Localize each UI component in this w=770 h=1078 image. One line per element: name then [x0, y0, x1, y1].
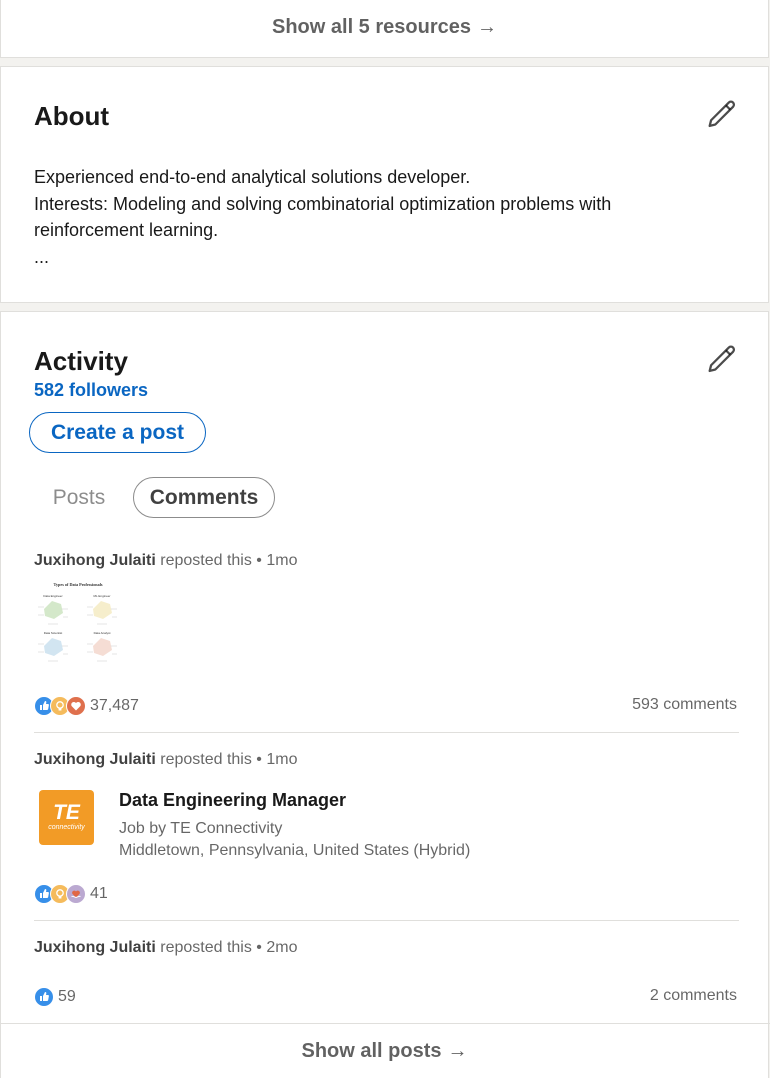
support-icon	[66, 884, 86, 904]
repost-header: Juxihong Julaiti reposted this • 2mo	[34, 939, 297, 957]
reaction-icons	[34, 987, 54, 1007]
show-all-resources-link[interactable]: Show all 5 resources →	[1, 16, 768, 39]
logo-subtext: connectivity	[48, 824, 85, 831]
arrow-right-icon: →	[447, 1040, 468, 1062]
about-line: Interests: Modeling and solving combinat…	[34, 193, 612, 214]
comments-count-link[interactable]: 593 comments	[632, 696, 737, 714]
repost-meta: reposted this • 2mo	[155, 939, 298, 956]
reaction-count: 59	[58, 988, 76, 1005]
about-text: Experienced end-to-end analytical soluti…	[34, 164, 734, 270]
like-icon	[34, 987, 54, 1007]
image-title-text: Types of Data Professionals	[53, 582, 102, 587]
about-line: reinforcement learning.	[34, 220, 219, 240]
show-all-resources-label: Show all 5 resources	[272, 16, 471, 38]
reaction-count: 37,487	[90, 697, 139, 714]
about-see-more[interactable]: ...	[34, 244, 734, 271]
image-label-text: Data Scientist	[44, 631, 63, 635]
repost-meta: reposted this • 1mo	[155, 552, 298, 569]
activity-card: Activity 582 followers Create a post Pos…	[0, 311, 770, 1078]
edit-about-button[interactable]	[704, 99, 738, 133]
image-label-text: Data Analyst	[94, 631, 111, 635]
divider	[34, 920, 739, 921]
show-all-posts-link[interactable]: Show all posts →	[1, 1040, 768, 1063]
post-image-thumbnail[interactable]: Types of Data Professionals Data Enginee…	[34, 579, 122, 667]
edit-activity-button[interactable]	[704, 344, 738, 378]
reposter-name[interactable]: Juxihong Julaiti	[34, 939, 156, 956]
reaction-icons	[34, 696, 86, 716]
job-title-link[interactable]: Data Engineering Manager	[119, 790, 346, 811]
love-icon	[66, 696, 86, 716]
divider	[1, 1023, 770, 1024]
about-line: Experienced end-to-end analytical soluti…	[34, 167, 471, 187]
reposter-name[interactable]: Juxihong Julaiti	[34, 751, 156, 768]
job-location: Middletown, Pennsylvania, United States …	[119, 842, 471, 859]
image-label-text: Data Engineer	[43, 594, 62, 598]
data-professionals-diagram-image: Types of Data Professionals Data Enginee…	[34, 579, 122, 667]
divider	[34, 732, 739, 733]
reactions-summary[interactable]: 59	[34, 987, 76, 1007]
reaction-icons	[34, 884, 86, 904]
resources-card: Show all 5 resources →	[0, 0, 769, 58]
about-title: About	[34, 101, 110, 131]
logo-text: TE	[53, 801, 80, 824]
repost-meta: reposted this • 1mo	[155, 751, 298, 768]
activity-title: Activity	[34, 346, 128, 376]
reactions-summary[interactable]: 41	[34, 884, 108, 904]
comments-count-link[interactable]: 2 comments	[650, 987, 737, 1005]
arrow-right-icon: →	[476, 16, 497, 38]
repost-header: Juxihong Julaiti reposted this • 1mo	[34, 751, 297, 769]
followers-count-link[interactable]: 582 followers	[34, 380, 148, 401]
reposter-name[interactable]: Juxihong Julaiti	[34, 552, 156, 569]
te-connectivity-logo[interactable]: TE connectivity	[39, 790, 94, 845]
tab-comments[interactable]: Comments	[133, 477, 275, 518]
repost-header: Juxihong Julaiti reposted this • 1mo	[34, 552, 297, 570]
pencil-icon	[708, 345, 736, 373]
reactions-summary[interactable]: 37,487	[34, 696, 139, 716]
image-label-text: ML Engineer	[94, 594, 111, 598]
pencil-icon	[708, 100, 736, 128]
reaction-count: 41	[90, 885, 108, 902]
create-post-button[interactable]: Create a post	[29, 412, 206, 453]
about-card: About Experienced end-to-end analytical …	[0, 66, 769, 303]
show-all-posts-label: Show all posts	[301, 1040, 442, 1062]
tab-posts[interactable]: Posts	[34, 477, 124, 518]
job-company: Job by TE Connectivity	[119, 820, 283, 837]
